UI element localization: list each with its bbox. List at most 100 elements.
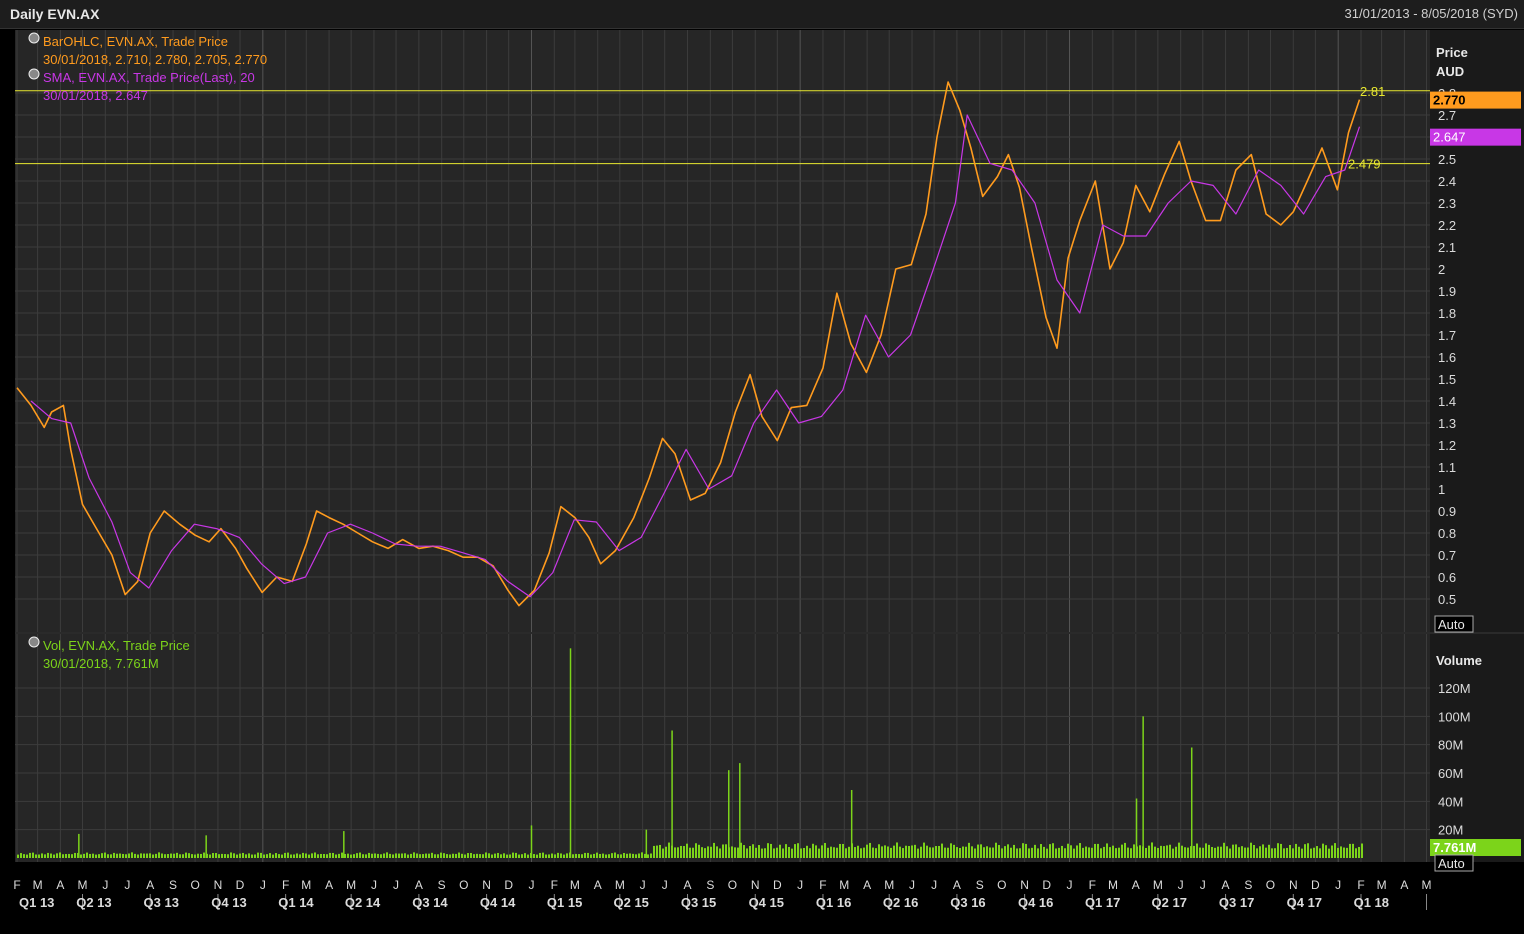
volume-bar	[338, 853, 340, 858]
volume-bar	[935, 846, 937, 858]
volume-bar	[1232, 844, 1234, 858]
volume-spike	[530, 825, 533, 858]
volume-bar	[818, 848, 820, 858]
quarter-label: Q4 17	[1287, 895, 1322, 910]
volume-bar	[725, 844, 727, 858]
legend-toggle-icon[interactable]	[28, 68, 40, 80]
volume-bar	[281, 854, 283, 858]
volume-bar	[893, 845, 895, 858]
volume-bar	[299, 854, 301, 858]
month-label: N	[1020, 878, 1029, 892]
legend-price-values: 30/01/2018, 2.710, 2.780, 2.705, 2.770	[43, 52, 267, 67]
volume-bar	[695, 843, 697, 858]
volume-bar	[512, 852, 514, 858]
volume-bar	[803, 847, 805, 858]
volume-bar	[1004, 846, 1006, 858]
volume-bar	[197, 853, 199, 858]
volume-bar	[938, 845, 940, 858]
month-label: M	[1422, 878, 1432, 892]
volume-bar	[956, 847, 958, 858]
volume-bar	[1256, 848, 1258, 858]
volume-bar	[833, 847, 835, 858]
volume-bar	[224, 854, 226, 858]
volume-bar	[1007, 844, 1009, 858]
volume-bar	[119, 853, 121, 858]
volume-bar	[260, 852, 262, 858]
volume-bar	[80, 854, 82, 858]
legend-price-label: BarOHLC, EVN.AX, Trade Price	[43, 34, 228, 49]
volume-bar	[1238, 847, 1240, 858]
volume-bar	[365, 854, 367, 858]
volume-bar	[839, 843, 841, 858]
volume-bar	[1040, 844, 1042, 858]
volume-bar	[710, 846, 712, 858]
legend-toggle-icon[interactable]	[28, 32, 40, 44]
volume-bar	[863, 847, 865, 858]
volume-bar	[143, 853, 145, 858]
volume-bar	[473, 854, 475, 858]
volume-bar	[1169, 844, 1171, 858]
price-tick: 1.9	[1438, 284, 1456, 299]
price-auto-button[interactable]: Auto	[1434, 615, 1474, 633]
volume-bar	[320, 853, 322, 858]
volume-bar	[1346, 847, 1348, 858]
volume-bar	[770, 843, 772, 858]
volume-auto-button[interactable]: Auto	[1434, 854, 1474, 872]
volume-bar	[494, 853, 496, 858]
volume-bar	[158, 852, 160, 858]
volume-bar	[1157, 847, 1159, 858]
quarter-label: Q4 14	[480, 895, 516, 910]
volume-bar	[539, 852, 541, 858]
volume-bar	[1223, 842, 1225, 858]
volume-bar	[53, 854, 55, 858]
volume-bar	[788, 847, 790, 858]
volume-bar	[926, 845, 928, 858]
volume-bar	[1112, 845, 1114, 858]
volume-bar	[386, 852, 388, 858]
volume-bar	[707, 846, 709, 858]
volume-bar	[86, 852, 88, 858]
volume-bar	[977, 844, 979, 858]
volume-bar	[974, 848, 976, 858]
volume-spike	[1135, 798, 1138, 858]
volume-bar	[293, 854, 295, 858]
volume-bar	[305, 853, 307, 858]
month-label: J	[797, 878, 803, 892]
chart-window: Daily EVN.AX 31/01/2013 - 8/05/2018 (SYD…	[0, 0, 1524, 934]
last-volume-badge-text: 7.761M	[1433, 840, 1476, 855]
volume-bar	[26, 854, 28, 858]
volume-bar	[1166, 845, 1168, 858]
volume-bar	[605, 854, 607, 858]
volume-bar	[44, 854, 46, 858]
volume-bar	[785, 844, 787, 858]
volume-bar	[872, 847, 874, 858]
volume-bar	[134, 853, 136, 858]
volume-bar	[485, 852, 487, 858]
price-tick: 2.3	[1438, 196, 1456, 211]
month-label: J	[909, 878, 915, 892]
volume-bar	[1148, 845, 1150, 858]
date-range[interactable]: 31/01/2013 - 8/05/2018 (SYD)	[1345, 6, 1518, 21]
volume-bar	[668, 842, 670, 858]
volume-bar	[860, 848, 862, 858]
volume-bar	[68, 853, 70, 858]
volume-bar	[20, 853, 22, 858]
volume-bar	[1229, 848, 1231, 858]
volume-bar	[74, 852, 76, 858]
volume-bar	[905, 845, 907, 858]
volume-bar	[542, 852, 544, 858]
volume-bar	[524, 853, 526, 858]
volume-bar	[617, 854, 619, 858]
volume-bar	[29, 852, 31, 858]
volume-bar	[1220, 846, 1222, 858]
month-label: A	[1222, 878, 1230, 892]
volume-bar	[254, 854, 256, 858]
title-bar: Daily EVN.AX 31/01/2013 - 8/05/2018 (SYD…	[0, 0, 1524, 29]
volume-bar	[287, 852, 289, 858]
volume-bar	[419, 854, 421, 858]
volume-bar	[1109, 847, 1111, 858]
volume-bar	[104, 852, 106, 858]
month-label: M	[1377, 878, 1387, 892]
price-tick: 1.3	[1438, 416, 1456, 431]
legend-toggle-icon[interactable]	[28, 636, 40, 648]
